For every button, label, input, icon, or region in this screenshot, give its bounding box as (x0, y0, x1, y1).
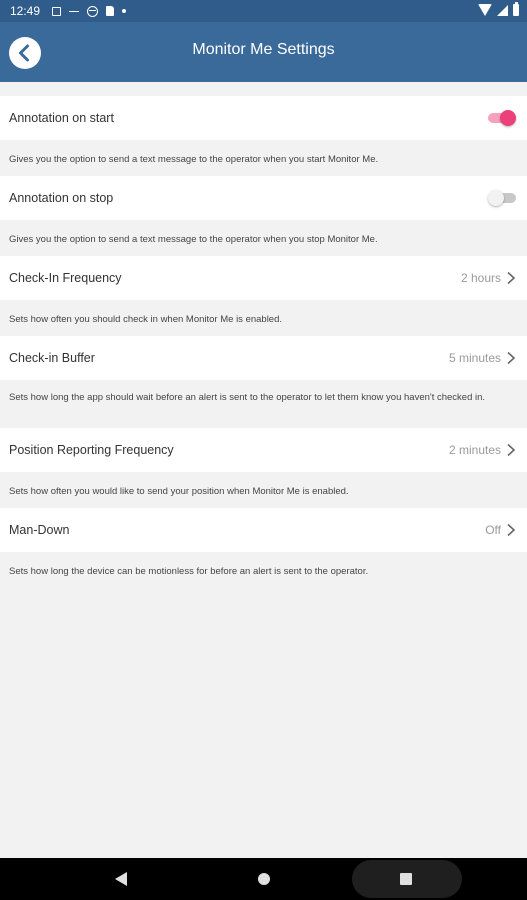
do-not-disturb-icon (87, 5, 98, 17)
checkin-frequency-description: Sets how often you should check in when … (0, 300, 527, 336)
navigation-bar (0, 858, 527, 900)
status-bar: 12:49 (0, 0, 527, 22)
checkin-buffer-description: Sets how long the app should wait before… (0, 380, 527, 428)
settings-list: Annotation on start Gives you the option… (0, 82, 527, 588)
man-down-label: Man-Down (9, 523, 70, 537)
toggle-thumb (488, 190, 504, 206)
toggle-thumb (500, 110, 516, 126)
chevron-right-icon (507, 351, 516, 365)
checkin-buffer-label: Check-in Buffer (9, 351, 95, 365)
home-circle-icon[interactable] (258, 873, 270, 885)
dot-icon (122, 9, 126, 13)
chevron-right-icon (507, 271, 516, 285)
annotation-start-toggle[interactable] (488, 110, 516, 126)
man-down-value: Off (485, 523, 501, 537)
annotation-stop-label: Annotation on stop (9, 191, 114, 205)
position-frequency-description: Sets how often you would like to send yo… (0, 472, 527, 508)
annotation-stop-description: Gives you the option to send a text mess… (0, 220, 527, 256)
position-frequency-row[interactable]: Position Reporting Frequency 2 minutes (0, 428, 527, 472)
wifi-icon (478, 4, 492, 16)
checkin-buffer-row[interactable]: Check-in Buffer 5 minutes (0, 336, 527, 380)
checkin-frequency-value: 2 hours (460, 271, 501, 285)
back-triangle-icon[interactable] (114, 871, 128, 887)
annotation-stop-row[interactable]: Annotation on stop (0, 176, 527, 220)
page-title: Monitor Me Settings (192, 41, 335, 58)
app-bar: Monitor Me Settings (0, 22, 527, 82)
recents-square-icon[interactable] (400, 873, 412, 885)
minus-icon (69, 10, 79, 12)
annotation-start-label: Annotation on start (9, 111, 114, 125)
man-down-description: Sets how long the device can be motionle… (0, 552, 527, 588)
man-down-row[interactable]: Man-Down Off (0, 508, 527, 552)
battery-icon (513, 2, 519, 16)
sd-card-icon (106, 6, 114, 16)
position-frequency-value: 2 minutes (448, 443, 501, 457)
top-spacer (0, 82, 527, 96)
checkin-frequency-row[interactable]: Check-In Frequency 2 hours (0, 256, 527, 300)
annotation-stop-toggle[interactable] (488, 190, 516, 206)
checkin-frequency-label: Check-In Frequency (9, 271, 122, 285)
signal-icon (497, 4, 508, 16)
annotation-start-description: Gives you the option to send a text mess… (0, 140, 527, 176)
checkin-buffer-value: 5 minutes (448, 351, 501, 365)
chevron-right-icon (507, 443, 516, 457)
notification-a-icon (52, 6, 61, 16)
status-time: 12:49 (10, 4, 41, 18)
chevron-right-icon (507, 523, 516, 537)
position-frequency-label: Position Reporting Frequency (9, 443, 174, 457)
annotation-start-row[interactable]: Annotation on start (0, 96, 527, 140)
